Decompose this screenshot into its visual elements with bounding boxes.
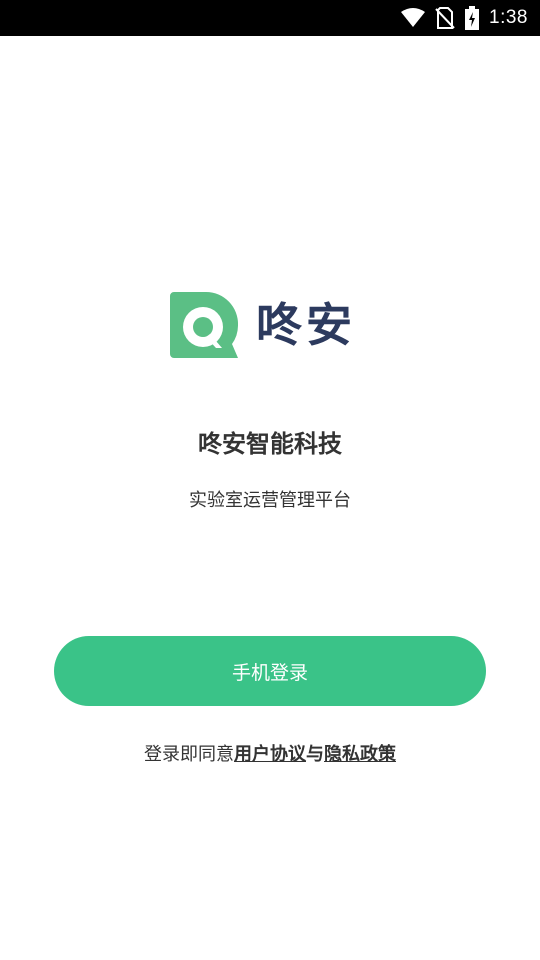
agreement-prefix: 登录即同意 [144,744,234,765]
privacy-policy-link[interactable]: 隐私政策 [324,744,396,765]
app-subtitle: 实验室运营管理平台 [189,490,351,511]
company-name: 咚安智能科技 [198,430,342,458]
phone-login-button[interactable]: 手机登录 [54,636,486,706]
logo-mark-icon [170,292,238,358]
logo-text: 咚安 [256,298,356,352]
wifi-icon [401,8,426,28]
no-sim-icon [435,7,455,29]
agreement-text: 登录即同意用户协议与隐私政策 [0,740,540,766]
battery-charging-icon [465,6,480,30]
agreement-joiner: 与 [306,744,324,765]
app-logo: 咚安 [170,292,356,358]
user-agreement-link[interactable]: 用户协议 [234,744,306,765]
status-time: 1:38 [489,7,528,28]
status-bar: 1:38 [0,0,540,36]
